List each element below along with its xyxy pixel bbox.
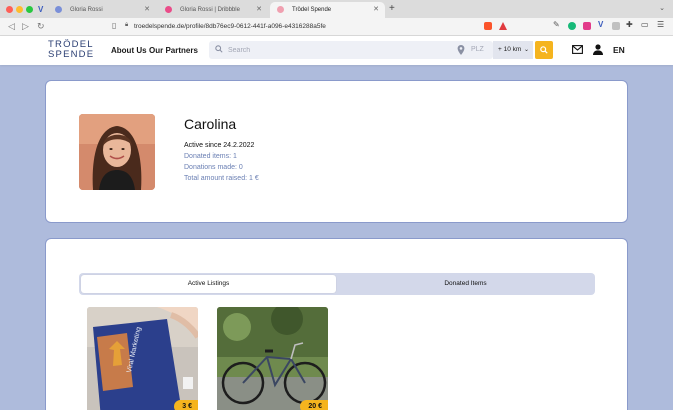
vivaldi-extension-icon[interactable]: V (598, 20, 606, 29)
donated-items-stat: Donated items: 1 (184, 153, 237, 160)
book-image: Viral Marketing (87, 307, 198, 410)
donations-made-stat: Donations made: 0 (184, 164, 243, 171)
total-raised-stat: Total amount raised: 1 € (184, 175, 259, 182)
vivaldi-icon[interactable]: V (38, 5, 43, 14)
user-icon[interactable] (593, 44, 603, 55)
menu-icon[interactable]: ☰ (657, 20, 665, 29)
profile-card: Carolina Active since 24.2.2022 Donated … (45, 80, 628, 223)
close-tab-icon[interactable]: ✕ (144, 2, 150, 18)
bicycle-image (217, 307, 328, 410)
browser-tab-title: Gloria Rossi (70, 7, 103, 13)
minimize-window-button[interactable] (16, 6, 23, 13)
brave-shields-icon[interactable] (484, 22, 492, 30)
bookmark-icon[interactable]: ▯ (112, 21, 116, 30)
active-since-text: Active since 24.2.2022 (184, 142, 255, 149)
search-bar: PLZ (209, 41, 493, 59)
reload-icon[interactable]: ↻ (37, 21, 45, 32)
price-badge: 20 € (300, 400, 328, 410)
tab-list-chevron-icon[interactable]: ⌄ (659, 4, 665, 12)
location-pin-icon (457, 45, 465, 55)
profile-name: Carolina (184, 116, 237, 132)
nav-about-us[interactable]: About Us (111, 46, 147, 55)
browser-tab-2[interactable]: Gloria Rossi | Dribbble ✕ (158, 2, 268, 18)
listing-tabs: Active Listings Donated Items (79, 273, 595, 295)
url-field[interactable]: troedelspende.de/profile/8db76ec9-0612-4… (134, 21, 474, 33)
pen-icon[interactable]: ✎ (553, 20, 561, 29)
maximize-window-button[interactable] (26, 6, 33, 13)
browser-tab-1[interactable]: Gloria Rossi ✕ (48, 2, 156, 18)
close-tab-icon[interactable]: ✕ (256, 2, 262, 18)
back-arrow-icon[interactable]: ◁ (8, 21, 15, 32)
dribbble-favicon-icon (165, 6, 172, 13)
price-badge: 3 € (174, 400, 198, 410)
browser-address-bar: ◁ ▷ ↻ ▯ 🔒︎ troedelspende.de/profile/8db7… (0, 18, 673, 36)
language-switch[interactable]: EN (613, 45, 625, 55)
site-header: TRÖDEL SPENDE About Us Our Partners PLZ … (0, 36, 673, 65)
tab-favicon-icon (55, 6, 62, 13)
grammarly-icon[interactable] (568, 22, 576, 30)
site-logo[interactable]: TRÖDEL SPENDE (48, 40, 102, 62)
search-icon (540, 46, 548, 54)
browser-tab-active[interactable]: Trödel Spende ✕ (270, 2, 385, 18)
new-tab-plus-icon[interactable]: + (389, 3, 395, 14)
browser-tab-bar: V Gloria Rossi ✕ Gloria Rossi | Dribbble… (0, 0, 673, 18)
logo-line-2: SPENDE (48, 49, 95, 60)
browser-tab-title: Trödel Spende (292, 7, 332, 13)
search-button[interactable] (535, 41, 553, 59)
tab-favicon-icon (277, 6, 284, 13)
close-window-button[interactable] (6, 6, 13, 13)
plz-input[interactable]: PLZ (471, 46, 484, 53)
extension-icon[interactable] (583, 22, 591, 30)
forward-arrow-icon[interactable]: ▷ (22, 21, 29, 32)
rewards-icon[interactable] (499, 22, 507, 30)
avatar (79, 114, 155, 190)
puzzle-icon[interactable]: ✚ (626, 20, 634, 29)
search-icon (215, 45, 223, 53)
mail-icon[interactable] (572, 45, 583, 54)
extension-icon[interactable] (612, 22, 620, 30)
radius-value: + 10 km (498, 46, 522, 53)
lock-icon: 🔒︎ (125, 22, 129, 28)
listing-item[interactable]: Viral Marketing 3 € (87, 307, 198, 410)
radius-select[interactable]: + 10 km ⌄ (493, 41, 533, 59)
listings-card: Active Listings Donated Items Viral Mark… (45, 238, 628, 410)
tab-active-listings[interactable]: Active Listings (81, 275, 336, 293)
nav-our-partners[interactable]: Our Partners (149, 46, 198, 55)
browser-tab-title: Gloria Rossi | Dribbble (180, 7, 240, 13)
chevron-down-icon: ⌄ (523, 47, 529, 53)
close-tab-icon[interactable]: ✕ (373, 2, 379, 18)
search-input[interactable] (228, 41, 428, 59)
profile-photo (79, 114, 155, 190)
tab-donated-items[interactable]: Donated Items (338, 275, 593, 293)
wallet-icon[interactable]: ▭ (641, 20, 649, 29)
listing-item[interactable]: 20 € (217, 307, 328, 410)
